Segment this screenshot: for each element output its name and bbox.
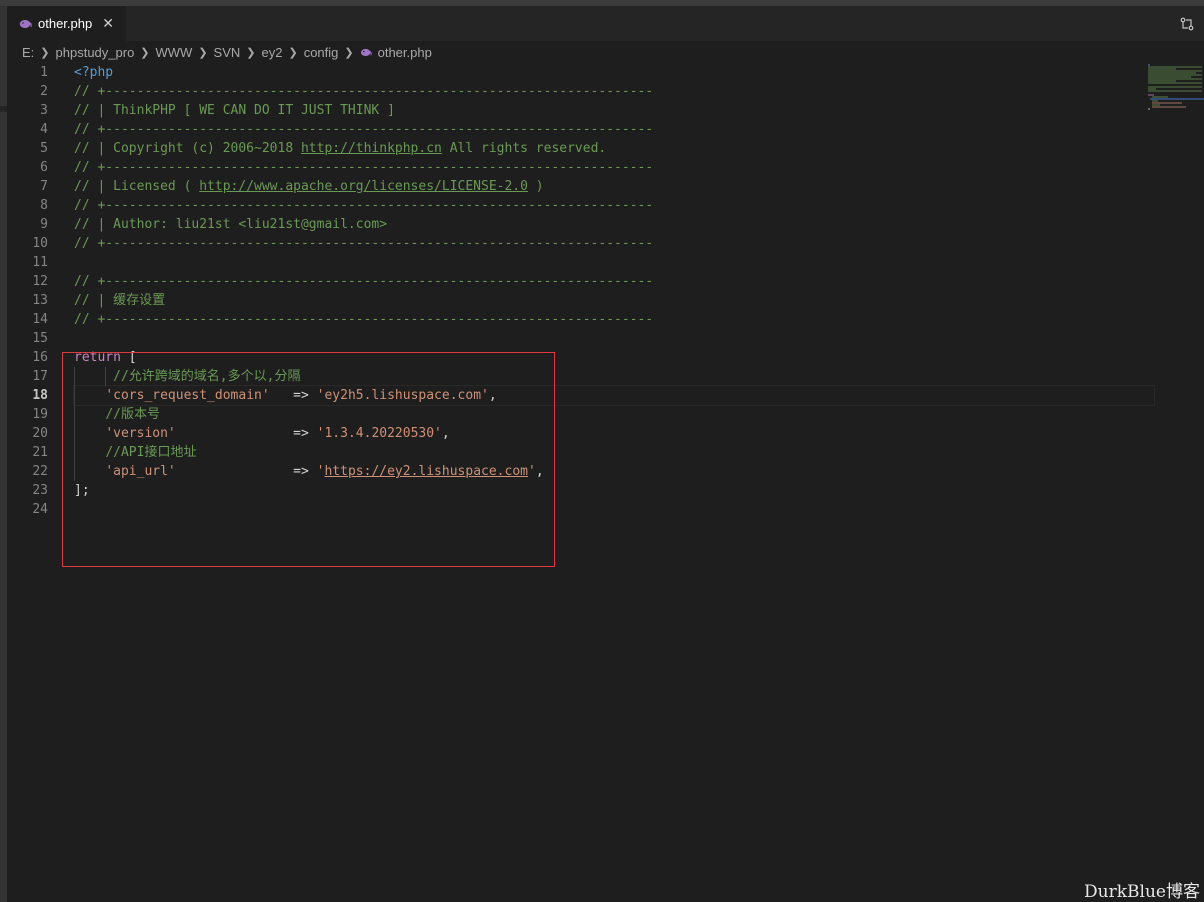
line-number: 8 (40, 198, 48, 213)
line-number: 14 (32, 312, 48, 327)
line-number: 7 (40, 179, 48, 194)
minimap[interactable] (1146, 63, 1204, 123)
line-number: 9 (40, 217, 48, 232)
api-url-link[interactable]: https://ey2.lishuspace.com (324, 464, 528, 479)
line-number: 10 (32, 236, 48, 251)
code-line-5: // | Copyright (c) 2006~2018 http://thin… (74, 141, 607, 156)
php-elephant-icon (19, 19, 32, 28)
line-number: 1 (40, 65, 48, 80)
line-number: 17 (32, 369, 48, 384)
line-number: 13 (32, 293, 48, 308)
code-line-22: 'api_url' => 'https://ey2.lishuspace.com… (105, 464, 544, 479)
line-number: 18 (32, 388, 48, 403)
chevron-right-icon: ❯ (344, 46, 354, 59)
activity-strip (0, 6, 7, 902)
code-line-18: 'cors_request_domain' => 'ey2h5.lishuspa… (73, 385, 1155, 406)
breadcrumb: E: ❯ phpstudy_pro ❯ WWW ❯ SVN ❯ ey2 ❯ co… (7, 41, 1204, 63)
line-number: 6 (40, 160, 48, 175)
line-number: 23 (32, 483, 48, 498)
line-number: 3 (40, 103, 48, 118)
code-line-23: ]; (74, 483, 90, 498)
line-number: 4 (40, 122, 48, 137)
chevron-right-icon: ❯ (246, 46, 256, 59)
code-line-14: // +------------------------------------… (74, 312, 654, 327)
code-line-1: <?php (74, 65, 114, 80)
code-line-4: // +------------------------------------… (74, 122, 654, 137)
line-number: 21 (32, 445, 48, 460)
code-line-10: // +------------------------------------… (74, 236, 654, 251)
code-line-19: //版本号 (105, 407, 160, 422)
close-icon[interactable]: ✕ (102, 17, 114, 31)
code-line-9: // | Author: liu21st <liu21st@gmail.com> (74, 217, 388, 232)
apache-license-link[interactable]: http://www.apache.org/licenses/LICENSE-2… (199, 179, 528, 194)
line-number-gutter: 1 2 3 4 5 6 7 8 9 10 11 12 13 14 15 16 17 18 19 20 21 22 23 24 (7, 63, 48, 519)
watermark: DurkBlue博客 (1084, 882, 1200, 902)
breadcrumb-drive[interactable]: E: (22, 45, 34, 60)
compare-changes-icon[interactable] (1180, 17, 1194, 31)
php-elephant-icon (360, 48, 372, 56)
breadcrumb-config[interactable]: config (304, 45, 339, 60)
chevron-right-icon: ❯ (288, 46, 298, 59)
breadcrumb-file[interactable]: other.php (378, 45, 432, 60)
line-number: 19 (32, 407, 48, 422)
code-line-13: // | 缓存设置 (74, 293, 166, 308)
code-line-6: // +------------------------------------… (74, 160, 654, 175)
activity-marker (0, 106, 7, 112)
code-line-17: //允许跨域的域名,多个以,分隔 (113, 369, 301, 384)
line-number: 12 (32, 274, 48, 289)
line-number: 15 (32, 331, 48, 346)
line-number: 5 (40, 141, 48, 156)
breadcrumb-www[interactable]: WWW (156, 45, 193, 60)
chevron-right-icon: ❯ (198, 46, 208, 59)
thinkphp-link[interactable]: http://thinkphp.cn (301, 141, 442, 156)
code-line-2: // +------------------------------------… (74, 84, 654, 99)
code-line-12: // +------------------------------------… (74, 274, 654, 289)
tab-label: other.php (38, 16, 93, 31)
code-editor[interactable]: 1 2 3 4 5 6 7 8 9 10 11 12 13 14 15 16 17 18 19 20 21 22 23 24 … (7, 63, 1204, 902)
line-number: 22 (32, 464, 48, 479)
chevron-right-icon: ❯ (40, 46, 50, 59)
tab-bar: other.php ✕ (7, 6, 1204, 41)
code-line-8: // +------------------------------------… (74, 198, 654, 213)
line-number: 16 (32, 350, 48, 365)
line-number: 11 (32, 255, 48, 270)
breadcrumb-phpstudy-pro[interactable]: phpstudy_pro (56, 45, 135, 60)
code-line-7: // | Licensed ( http://www.apache.org/li… (74, 179, 544, 194)
line-number: 20 (32, 426, 48, 441)
code-line-20: 'version' => '1.3.4.20220530', (105, 426, 450, 441)
chevron-right-icon: ❯ (140, 46, 150, 59)
breadcrumb-ey2[interactable]: ey2 (262, 45, 283, 60)
breadcrumb-svn[interactable]: SVN (214, 45, 241, 60)
code-line-16: return [ (74, 350, 137, 365)
tab-other-php[interactable]: other.php ✕ (7, 6, 126, 41)
code-area[interactable]: <?php // +------------------------------… (73, 63, 1155, 519)
code-line-21: //API接口地址 (105, 445, 197, 460)
indent-guide (105, 367, 106, 386)
line-number: 2 (40, 84, 48, 99)
indent-guide (74, 367, 75, 481)
line-number: 24 (32, 502, 48, 517)
code-line-3: // | ThinkPHP [ WE CAN DO IT JUST THINK … (74, 103, 395, 118)
